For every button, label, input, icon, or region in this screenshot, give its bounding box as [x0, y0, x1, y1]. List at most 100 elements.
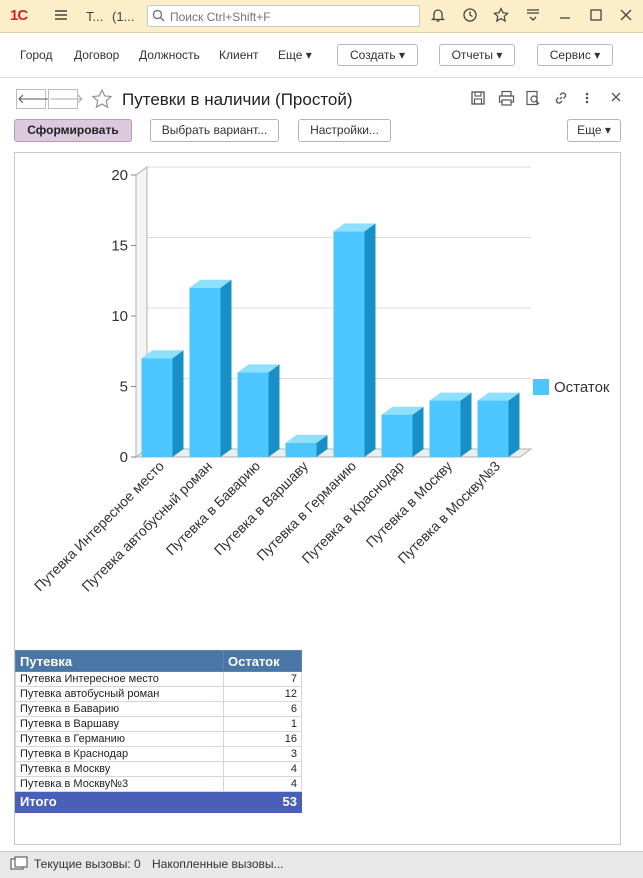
y-tick-label: 15 — [111, 238, 128, 255]
table-cell-balance: 7 — [223, 671, 302, 687]
column-header-balance: Остаток — [223, 650, 302, 672]
table-cell-tour: Путевка в Москву — [15, 761, 224, 777]
top-bar: 1С Т... (1... — [0, 0, 643, 33]
bar-side — [172, 350, 184, 457]
table-cell-tour: Путевка в Варшаву — [15, 716, 224, 732]
search-input[interactable] — [168, 8, 417, 26]
search-box[interactable] — [147, 5, 420, 27]
table-cell-balance: 6 — [223, 701, 302, 717]
bar — [381, 414, 413, 457]
table-cell-balance: 16 — [223, 731, 302, 747]
menu-item-client[interactable]: Клиент — [219, 48, 259, 62]
bar — [237, 372, 269, 457]
menu-item-city[interactable]: Город — [20, 48, 52, 62]
y-tick-label: 5 — [120, 379, 128, 396]
bar-side — [364, 223, 376, 457]
form-close-icon[interactable] — [610, 91, 622, 106]
page-title: Путевки в наличии (Простой) — [122, 90, 353, 109]
favorite-star-icon[interactable] — [91, 88, 113, 113]
table-cell-balance: 1 — [223, 716, 302, 732]
bar-side — [508, 392, 520, 457]
table-cell-balance: 12 — [223, 686, 302, 702]
star-icon[interactable] — [493, 7, 511, 25]
create-button[interactable]: Создать ▾ — [337, 44, 418, 66]
table-cell-balance: 4 — [223, 776, 302, 792]
table-row: Путевка в Варшаву 1 — [15, 716, 302, 732]
table-row: Путевка в Краснодар 3 — [15, 746, 302, 762]
window-title[interactable]: Т... — [86, 9, 103, 24]
calls-window-icon[interactable] — [10, 856, 28, 875]
y-tick-label: 0 — [120, 449, 128, 466]
menu-item-position[interactable]: Должность — [139, 48, 200, 62]
table-row: Путевка в Москву 4 — [15, 761, 302, 777]
x-tick-label: Путевка в Варшаву — [211, 458, 311, 558]
accumulated-calls-text[interactable]: Накопленные вызовы... — [152, 857, 284, 871]
maximize-icon[interactable] — [588, 7, 606, 25]
section-menu-bar: Город Договор Должность Клиент Еще ▾ Соз… — [0, 33, 643, 78]
bar-chart: 0 5 10 15 20 Путевка Интересное местоПутевка… — [31, 166, 610, 595]
x-tick-label: Путевка в Москву — [363, 458, 456, 551]
legend-label: Остаток — [554, 379, 610, 396]
bar — [189, 287, 221, 457]
save-icon[interactable] — [470, 90, 486, 109]
close-icon[interactable] — [618, 7, 636, 25]
total-value: 53 — [223, 791, 302, 813]
bar-side — [412, 406, 424, 457]
minimize-icon[interactable] — [557, 7, 575, 25]
window-count: (1... — [112, 9, 135, 24]
report-table: Путевка Остаток Путевка Интересное место… — [15, 650, 302, 813]
y-tick-label: 20 — [111, 167, 128, 184]
back-button[interactable]: 🡐 — [16, 89, 52, 109]
table-cell-tour: Путевка в Москву№3 — [15, 776, 224, 792]
preview-icon[interactable] — [525, 90, 541, 109]
table-cell-tour: Путевка в Германию — [15, 731, 224, 747]
bar — [285, 442, 317, 457]
bar — [141, 358, 173, 457]
menu-icon[interactable] — [54, 8, 68, 25]
menu-item-contract[interactable]: Договор — [74, 48, 119, 62]
table-total-row: Итого 53 — [15, 791, 302, 813]
history-icon[interactable] — [462, 7, 480, 25]
bar — [333, 231, 365, 457]
settings-button[interactable]: Настройки... — [298, 119, 391, 142]
generate-button[interactable]: Сформировать — [14, 119, 132, 142]
search-icon — [152, 9, 165, 25]
table-row: Путевка в Баварию 6 — [15, 701, 302, 717]
legend-swatch — [533, 379, 549, 395]
x-tick-label: Путевка в Баварию — [163, 458, 263, 558]
app-logo: 1С — [10, 7, 28, 24]
settings-menu-icon[interactable] — [525, 7, 543, 25]
bar-side — [460, 392, 472, 457]
table-row: Путевка в Германию 16 — [15, 731, 302, 747]
table-cell-balance: 4 — [223, 761, 302, 777]
table-cell-balance: 3 — [223, 746, 302, 762]
y-tick-label: 10 — [111, 308, 128, 325]
table-cell-tour: Путевка в Баварию — [15, 701, 224, 717]
current-calls-text: Текущие вызовы: 0 — [34, 857, 141, 871]
link-icon[interactable] — [553, 90, 569, 109]
bar — [429, 400, 461, 457]
chart-legend: Остаток — [533, 379, 610, 396]
more-vertical-icon[interactable] — [583, 90, 591, 109]
form-more-button[interactable]: Еще ▾ — [567, 119, 621, 142]
column-header-tour: Путевка — [15, 650, 224, 672]
forward-button[interactable]: 🡒 — [48, 89, 84, 109]
bar-side — [268, 364, 280, 457]
total-label: Итого — [15, 791, 224, 813]
bell-icon[interactable] — [430, 7, 448, 25]
table-row: Путевка автобусный роман 12 — [15, 686, 302, 702]
menu-more-button[interactable]: Еще ▾ — [278, 48, 312, 62]
table-row: Путевка Интересное место 7 — [15, 671, 302, 687]
service-button[interactable]: Сервис ▾ — [537, 44, 613, 66]
bar — [477, 400, 509, 457]
select-variant-button[interactable]: Выбрать вариант... — [150, 119, 279, 142]
reports-button[interactable]: Отчеты ▾ — [439, 44, 515, 66]
chart-y-ticks: 0 5 10 15 20 — [111, 167, 136, 466]
print-icon[interactable] — [498, 90, 515, 109]
bar-side — [220, 279, 232, 457]
table-cell-tour: Путевка автобусный роман — [15, 686, 224, 702]
table-cell-tour: Путевка в Краснодар — [15, 746, 224, 762]
table-cell-tour: Путевка Интересное место — [15, 671, 224, 687]
chart-x-labels: Путевка Интересное местоПутевка автобусн… — [31, 458, 503, 595]
table-row: Путевка в Москву№3 4 — [15, 776, 302, 792]
